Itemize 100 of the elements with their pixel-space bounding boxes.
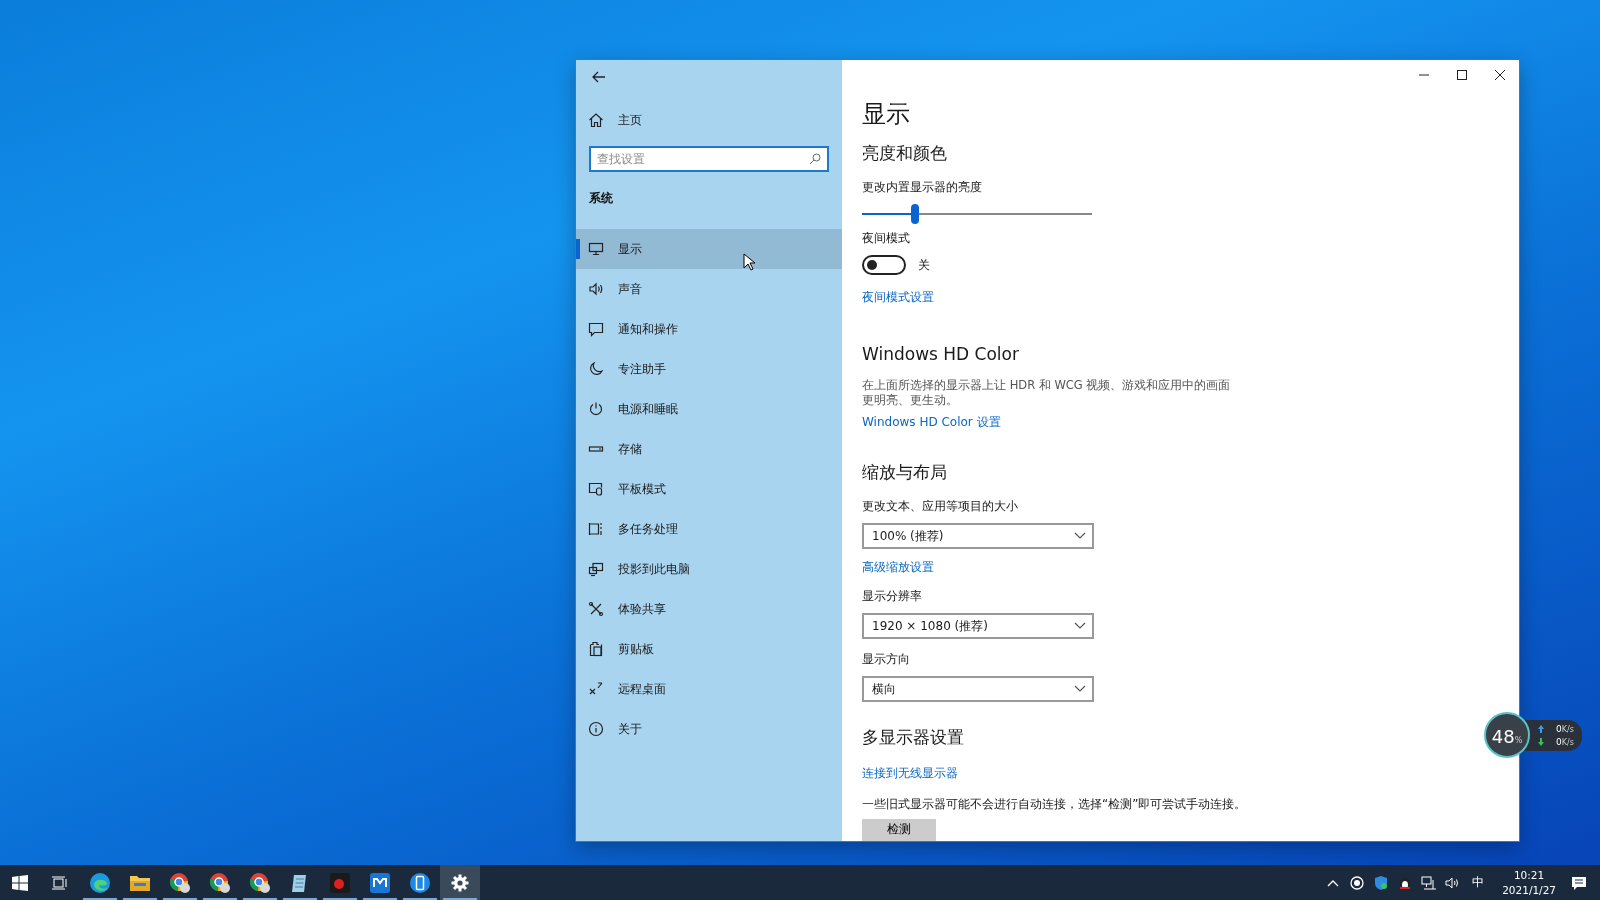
running-indicator — [83, 898, 117, 900]
moon-icon — [588, 361, 604, 377]
sidebar-item-label: 显示 — [618, 240, 642, 258]
upload-arrow-icon — [1538, 724, 1544, 733]
detect-button[interactable]: 检测 — [862, 819, 936, 841]
sidebar-item[interactable]: 声音 — [576, 269, 842, 309]
sidebar-item[interactable]: 电源和睡眠 — [576, 389, 842, 429]
edge-icon — [89, 871, 111, 894]
chevron-down-icon — [1074, 622, 1086, 630]
page-title: 显示 — [862, 99, 910, 130]
sidebar-item-label: 剪贴板 — [618, 640, 654, 658]
running-indicator — [163, 898, 197, 900]
input-method-button[interactable]: 中 — [1468, 874, 1489, 891]
selection-marker — [576, 239, 580, 259]
download-speed: 0K/s — [1556, 736, 1574, 747]
sidebar-item-label: 远程桌面 — [618, 680, 666, 698]
sidebar-item[interactable]: 投影到此电脑 — [576, 549, 842, 589]
running-indicator — [323, 898, 357, 900]
sidebar-item-label: 通知和操作 — [618, 320, 678, 338]
monitor-icon — [588, 241, 604, 257]
sidebar-item-label: 存储 — [618, 440, 642, 458]
task-view-icon — [51, 874, 69, 891]
running-indicator — [123, 898, 157, 900]
running-indicator — [203, 898, 237, 900]
sidebar-item[interactable]: 专注助手 — [576, 349, 842, 389]
field-label: 显示分辨率 — [862, 588, 922, 605]
maximize-icon — [1457, 70, 1467, 80]
section-title: 系统 — [589, 190, 614, 207]
notification-icon — [1571, 874, 1587, 891]
night-light-label: 夜间模式 — [862, 230, 910, 247]
phone-icon — [409, 871, 431, 894]
download-arrow-icon — [1538, 737, 1544, 746]
toggle-switch[interactable] — [862, 255, 906, 275]
sidebar-item[interactable]: 剪贴板 — [576, 629, 842, 669]
sidebar-item-label: 声音 — [618, 280, 642, 298]
info-icon — [588, 721, 604, 737]
message-icon — [588, 321, 604, 337]
slider-thumb[interactable] — [910, 204, 919, 224]
sidebar-item-label: 平板模式 — [618, 480, 666, 498]
chevron-up-icon — [1327, 878, 1340, 887]
running-indicator — [283, 898, 317, 900]
sidebar-item[interactable]: 体验共享 — [576, 589, 842, 629]
folder-icon — [129, 873, 151, 892]
sidebar-item-label: 多任务处理 — [618, 520, 678, 538]
home-label: 主页 — [618, 111, 642, 129]
speaker-icon — [588, 281, 604, 297]
home-nav-item[interactable]: 主页 — [576, 100, 842, 140]
hd-color-settings-link[interactable]: Windows HD Color 设置 — [862, 414, 1001, 431]
home-icon — [588, 112, 604, 128]
chevron-down-icon — [1074, 685, 1086, 693]
sidebar-item[interactable]: 关于 — [576, 709, 842, 749]
chrome-icon — [169, 871, 191, 894]
note-text: 一些旧式显示器可能不会进行自动连接，选择“检测”即可尝试手动连接。 — [862, 796, 1247, 813]
search-field[interactable]: 查找设置 — [589, 146, 829, 172]
sidebar-item[interactable]: 显示 — [576, 229, 842, 269]
close-icon — [1495, 70, 1505, 80]
windows-icon — [12, 874, 28, 891]
section-heading: 亮度和颜色 — [862, 142, 947, 165]
record-app-icon — [329, 871, 351, 894]
network-icon — [1421, 875, 1438, 890]
dropdown[interactable]: 100% (推荐) — [862, 523, 1094, 549]
field-label: 更改文本、应用等项目的大小 — [862, 498, 1018, 515]
tablet-icon — [588, 481, 604, 497]
night-light-settings-link[interactable]: 夜间模式设置 — [862, 289, 934, 306]
multitask-icon — [588, 521, 604, 537]
sidebar-item-label: 电源和睡眠 — [618, 400, 678, 418]
running-indicator — [443, 898, 477, 900]
brightness-label: 更改内置显示器的亮度 — [862, 179, 982, 196]
back-arrow-icon — [592, 71, 606, 83]
chrome-icon — [249, 871, 271, 894]
clipboard-icon — [588, 641, 604, 657]
search-icon — [809, 153, 821, 165]
section-heading: 多显示器设置 — [862, 726, 964, 749]
settings-icon — [451, 873, 469, 892]
sidebar-item[interactable]: 存储 — [576, 429, 842, 469]
chevron-down-icon — [1074, 532, 1086, 540]
power-icon — [588, 401, 604, 417]
dropdown[interactable]: 1920 × 1080 (推荐) — [862, 613, 1094, 639]
sidebar-item[interactable]: 平板模式 — [576, 469, 842, 509]
section-heading: Windows HD Color — [862, 344, 1019, 364]
description: 在上面所选择的显示器上让 HDR 和 WCG 视频、游戏和应用中的画面更明亮、更生动。 — [862, 378, 1232, 408]
dropdown[interactable]: 横向 — [862, 676, 1094, 702]
advanced-scaling-link[interactable]: 高级缩放设置 — [862, 559, 934, 576]
running-indicator — [363, 898, 397, 900]
sidebar-item[interactable]: 多任务处理 — [576, 509, 842, 549]
project-icon — [588, 561, 604, 577]
running-indicator — [403, 898, 437, 900]
sidebar-item-label: 体验共享 — [618, 600, 666, 618]
taskbar-app[interactable] — [440, 865, 480, 900]
chrome-icon — [209, 871, 231, 894]
sidebar-item-label: 关于 — [618, 720, 642, 738]
remote-icon — [588, 681, 604, 697]
clock[interactable]: 10:21 2021/1/27 — [1494, 867, 1564, 898]
share-icon — [588, 601, 604, 617]
field-label: 显示方向 — [862, 651, 910, 668]
shield-icon — [1374, 874, 1389, 891]
sidebar-item[interactable]: 通知和操作 — [576, 309, 842, 349]
mouse-cursor-icon — [743, 253, 755, 271]
wireless-display-link[interactable]: 连接到无线显示器 — [862, 765, 958, 782]
sidebar-item[interactable]: 远程桌面 — [576, 669, 842, 709]
